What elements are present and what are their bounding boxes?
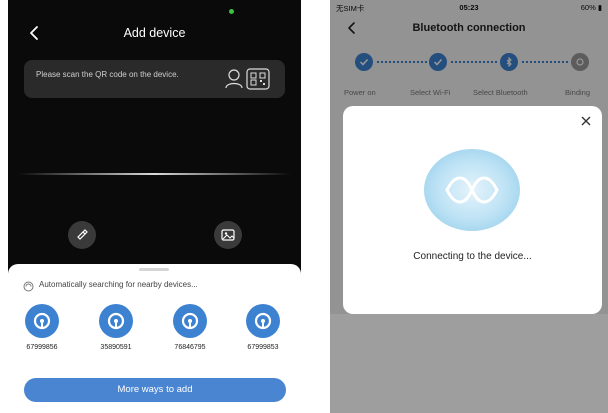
device-icon	[246, 304, 280, 338]
page-title: Add device	[123, 26, 186, 40]
search-status-row: Automatically searching for nearby devic…	[23, 279, 291, 292]
device-item[interactable]: 67999856	[14, 304, 70, 351]
bluetooth-connection-screen: 无SIM卡 05:23 60% ▮ Bluetooth connection P…	[330, 0, 608, 413]
sheet-handle[interactable]	[139, 268, 169, 271]
device-item[interactable]: 67999853	[235, 304, 291, 351]
person-icon	[223, 68, 245, 90]
bluetooth-connecting-icon	[423, 148, 521, 232]
device-item[interactable]: 35890591	[88, 304, 144, 351]
search-status-text: Automatically searching for nearby devic…	[39, 280, 198, 289]
device-icon	[99, 304, 133, 338]
flashlight-button[interactable]	[68, 221, 96, 249]
background-dimmed-area	[330, 314, 608, 413]
device-icon	[173, 304, 207, 338]
nearby-devices-sheet: Automatically searching for nearby devic…	[8, 264, 301, 413]
qr-code-icon[interactable]	[246, 68, 270, 90]
connecting-message: Connecting to the device...	[413, 251, 532, 262]
gallery-button[interactable]	[214, 221, 242, 249]
connecting-dialog: Connecting to the device...	[343, 106, 602, 314]
device-icon	[25, 304, 59, 338]
scan-line	[18, 173, 291, 175]
image-icon	[221, 229, 235, 241]
device-id: 67999853	[247, 344, 279, 351]
add-device-screen: Add device Please scan the QR code on th…	[8, 0, 301, 413]
device-id: 76846795	[174, 344, 206, 351]
device-item[interactable]: 76846795	[162, 304, 218, 351]
close-icon[interactable]	[580, 114, 592, 126]
more-ways-button[interactable]: More ways to add	[24, 378, 286, 402]
device-id: 67999856	[26, 344, 58, 351]
qr-hint-text: Please scan the QR code on the device.	[36, 70, 179, 79]
device-id: 35890591	[100, 344, 132, 351]
flashlight-icon	[77, 229, 88, 240]
searching-icon	[23, 279, 34, 292]
qr-hint-card: Please scan the QR code on the device.	[24, 60, 285, 98]
camera-indicator-dot	[229, 9, 234, 14]
